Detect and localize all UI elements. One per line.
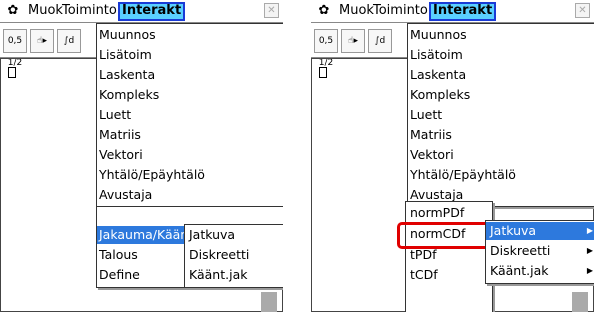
menu-item-kompleks[interactable]: Kompleks▶ — [408, 86, 594, 104]
menu-item-matriis[interactable]: Matriis▶ — [408, 126, 594, 144]
menu-muok[interactable]: Muok — [28, 3, 63, 19]
menu-bar: ✿ Muok Toiminto Interakt ✕ — [311, 0, 594, 23]
close-icon[interactable]: ✕ — [264, 3, 279, 18]
menu-item-laskenta[interactable]: Laskenta▶ — [408, 66, 594, 84]
menu-item-lisatoim[interactable]: Lisätoim▶ — [408, 46, 594, 64]
integral-button[interactable]: ∫d — [368, 29, 392, 53]
menu-item-vektori[interactable]: Vektori▶ — [408, 146, 594, 164]
menu-item-lisatoim[interactable]: Lisätoim▶ — [97, 46, 283, 64]
menu-item-matriis[interactable]: Matriis▶ — [97, 126, 283, 144]
close-icon[interactable]: ✕ — [575, 3, 590, 18]
menu-interakt[interactable]: Interakt — [429, 2, 497, 21]
menu-item-muunnos[interactable]: Muunnos▶ — [97, 26, 283, 44]
jakauma-submenu: Jatkuva▶ Diskreetti▶ Käänt.jak▶ — [184, 224, 283, 288]
submenu-item-kaant-jak[interactable]: Käänt.jak▶ — [185, 266, 283, 284]
integral-button[interactable]: ∫d — [57, 29, 81, 53]
menu-bar: ✿ Muok Toiminto Interakt ✕ — [0, 0, 283, 23]
calculator-screen-left: ✿ Muok Toiminto Interakt ✕ 0,5 1/2 ☝▸ ∫d… — [0, 0, 283, 312]
menu-muok[interactable]: Muok — [339, 3, 374, 19]
submenu-item-diskreetti[interactable]: Diskreetti▶ — [185, 246, 283, 264]
submenu-item-diskreetti[interactable]: Diskreetti▶ — [486, 242, 594, 260]
menu-toiminto[interactable]: Toiminto — [62, 3, 117, 19]
menu-item-luett[interactable]: Luett▶ — [97, 106, 283, 124]
jatkuva-submenu: Jatkuva ▶ Diskreetti ▶ Käänt.jak ▶ — [485, 220, 594, 284]
menu-item-yhtalo[interactable]: Yhtälö/Epäyhtälö▶ — [408, 166, 594, 184]
gear-icon[interactable]: ✿ — [317, 3, 331, 19]
menu-item-avustaja[interactable]: Avustaja▶ — [97, 186, 283, 204]
menu-item-muunnos[interactable]: Muunnos▶ — [408, 26, 594, 44]
input-cursor — [8, 67, 16, 78]
calculator-screen-right: ✿ Muok Toiminto Interakt ✕ 0,5 1/2 ☝▸ ∫d… — [311, 0, 594, 312]
menu-item-laskenta[interactable]: Laskenta▶ — [97, 66, 283, 84]
menu-item-kompleks[interactable]: Kompleks▶ — [97, 86, 283, 104]
gear-icon[interactable]: ✿ — [6, 3, 20, 19]
submenu-item-jatkuva[interactable]: Jatkuva▶ — [185, 226, 283, 244]
distribution-function-list: normPDf normCDf tPDf tCDf — [405, 201, 493, 312]
menu-toiminto[interactable]: Toiminto — [373, 3, 428, 19]
menu-item-luett[interactable]: Luett▶ — [408, 106, 594, 124]
scrollbar[interactable] — [261, 292, 277, 312]
list-item-normpdf[interactable]: normPDf — [406, 204, 492, 222]
menu-item-vektori[interactable]: Vektori▶ — [97, 146, 283, 164]
submenu-item-kaant-jak[interactable]: Käänt.jak▶ — [486, 262, 594, 280]
menu-item-yhtalo[interactable]: Yhtälö/Epäyhtälö▶ — [97, 166, 283, 184]
submenu-item-jatkuva[interactable]: Jatkuva▶ — [486, 222, 594, 240]
fraction-decimal-button[interactable]: 0,5 1/2 — [3, 29, 27, 68]
list-item-tcdf[interactable]: tCDf — [406, 266, 492, 284]
touch-icon[interactable]: ☝▸ — [30, 29, 54, 53]
touch-icon[interactable]: ☝▸ — [341, 29, 365, 53]
menu-divider — [97, 206, 283, 207]
interakt-menu: Muunnos▶ Lisätoim▶ Laskenta▶ Kompleks▶ L… — [407, 23, 594, 207]
scrollbar[interactable] — [572, 292, 588, 312]
fraction-decimal-button[interactable]: 0,5 1/2 — [314, 29, 338, 68]
input-cursor — [319, 67, 327, 78]
menu-interakt[interactable]: Interakt — [118, 2, 186, 21]
highlight-box — [397, 222, 491, 249]
